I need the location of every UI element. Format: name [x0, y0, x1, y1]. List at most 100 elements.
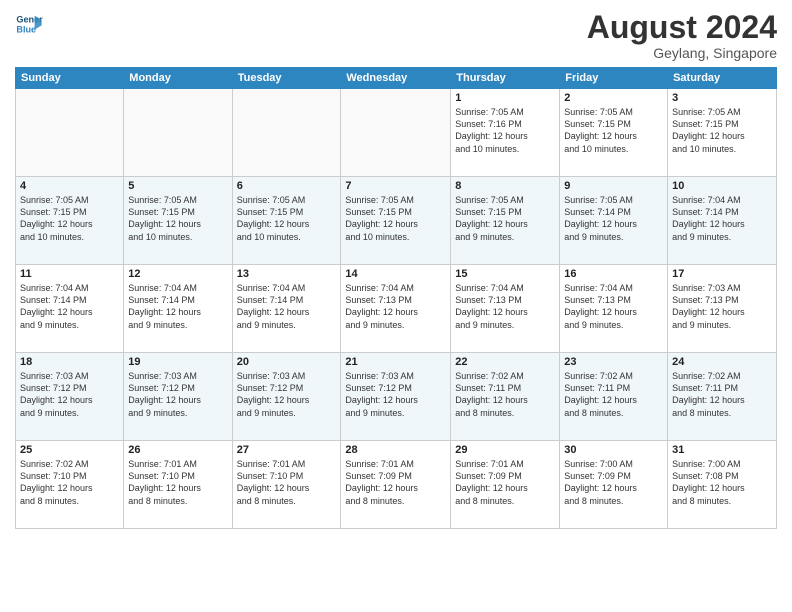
week-row-2: 4 Sunrise: 7:05 AM Sunset: 7:15 PM Daylig… [16, 177, 777, 265]
day-cell: 13 Sunrise: 7:04 AM Sunset: 7:14 PM Dayli… [232, 265, 341, 353]
week-row-1: 1Sunrise: 7:05 AM Sunset: 7:16 PM Daylig… [16, 89, 777, 177]
month-title: August 2024 [587, 10, 777, 45]
col-wednesday: Wednesday [341, 68, 451, 89]
day-cell: 18 Sunrise: 7:03 AM Sunset: 7:12 PM Dayli… [16, 353, 124, 441]
day-number: 18 [20, 356, 119, 368]
day-cell: 21Sunrise: 7:03 AM Sunset: 7:12 PM Dayli… [341, 353, 451, 441]
day-number: 14 [345, 268, 446, 280]
day-number: 23 [564, 356, 663, 368]
day-info: Sunrise: 7:01 AM Sunset: 7:10 PM Dayligh… [128, 458, 227, 507]
day-info: Sunrise: 7:03 AM Sunset: 7:12 PM Dayligh… [20, 370, 119, 419]
header-row: Sunday Monday Tuesday Wednesday Thursday… [16, 68, 777, 89]
day-cell: 19 Sunrise: 7:03 AM Sunset: 7:12 PM Dayli… [124, 353, 232, 441]
day-cell: 22Sunrise: 7:02 AM Sunset: 7:11 PM Dayli… [451, 353, 560, 441]
day-number: 5 [128, 180, 227, 192]
logo-icon: General Blue [15, 10, 43, 38]
day-cell: 11 Sunrise: 7:04 AM Sunset: 7:14 PM Dayli… [16, 265, 124, 353]
day-cell: 12 Sunrise: 7:04 AM Sunset: 7:14 PM Dayli… [124, 265, 232, 353]
day-info: Sunrise: 7:03 AM Sunset: 7:12 PM Dayligh… [237, 370, 337, 419]
col-monday: Monday [124, 68, 232, 89]
day-number: 13 [237, 268, 337, 280]
day-info: Sunrise: 7:04 AM Sunset: 7:13 PM Dayligh… [345, 282, 446, 331]
day-cell: 24Sunrise: 7:02 AM Sunset: 7:11 PM Dayli… [668, 353, 777, 441]
day-info: Sunrise: 7:03 AM Sunset: 7:12 PM Dayligh… [128, 370, 227, 419]
col-tuesday: Tuesday [232, 68, 341, 89]
day-info: Sunrise: 7:02 AM Sunset: 7:10 PM Dayligh… [20, 458, 119, 507]
day-info: Sunrise: 7:04 AM Sunset: 7:13 PM Dayligh… [564, 282, 663, 331]
day-number: 25 [20, 444, 119, 456]
day-number: 2 [564, 92, 663, 104]
day-number: 31 [672, 444, 772, 456]
logo: General Blue [15, 10, 43, 38]
day-number: 16 [564, 268, 663, 280]
day-cell [341, 89, 451, 177]
day-number: 28 [345, 444, 446, 456]
day-info: Sunrise: 7:01 AM Sunset: 7:10 PM Dayligh… [237, 458, 337, 507]
day-number: 12 [128, 268, 227, 280]
day-info: Sunrise: 7:05 AM Sunset: 7:15 PM Dayligh… [345, 194, 446, 243]
day-info: Sunrise: 7:01 AM Sunset: 7:09 PM Dayligh… [345, 458, 446, 507]
day-number: 19 [128, 356, 227, 368]
day-cell: 14 Sunrise: 7:04 AM Sunset: 7:13 PM Dayli… [341, 265, 451, 353]
day-cell [124, 89, 232, 177]
day-number: 8 [455, 180, 555, 192]
day-cell: 20 Sunrise: 7:03 AM Sunset: 7:12 PM Dayli… [232, 353, 341, 441]
day-number: 26 [128, 444, 227, 456]
day-cell [232, 89, 341, 177]
day-cell: 26 Sunrise: 7:01 AM Sunset: 7:10 PM Dayli… [124, 441, 232, 529]
day-info: Sunrise: 7:05 AM Sunset: 7:15 PM Dayligh… [672, 106, 772, 155]
day-cell: 31 Sunrise: 7:00 AM Sunset: 7:08 PM Dayli… [668, 441, 777, 529]
week-row-3: 11 Sunrise: 7:04 AM Sunset: 7:14 PM Dayli… [16, 265, 777, 353]
day-cell: 30 Sunrise: 7:00 AM Sunset: 7:09 PM Dayli… [560, 441, 668, 529]
day-cell: 1Sunrise: 7:05 AM Sunset: 7:16 PM Daylig… [451, 89, 560, 177]
day-info: Sunrise: 7:04 AM Sunset: 7:14 PM Dayligh… [672, 194, 772, 243]
title-section: August 2024 Geylang, Singapore [587, 10, 777, 61]
day-cell: 4 Sunrise: 7:05 AM Sunset: 7:15 PM Daylig… [16, 177, 124, 265]
day-info: Sunrise: 7:05 AM Sunset: 7:15 PM Dayligh… [20, 194, 119, 243]
svg-text:Blue: Blue [16, 24, 36, 34]
day-cell: 17 Sunrise: 7:03 AM Sunset: 7:13 PM Dayli… [668, 265, 777, 353]
day-info: Sunrise: 7:04 AM Sunset: 7:13 PM Dayligh… [455, 282, 555, 331]
day-info: Sunrise: 7:04 AM Sunset: 7:14 PM Dayligh… [128, 282, 227, 331]
subtitle: Geylang, Singapore [587, 45, 777, 61]
day-number: 30 [564, 444, 663, 456]
day-cell: 28 Sunrise: 7:01 AM Sunset: 7:09 PM Dayli… [341, 441, 451, 529]
day-info: Sunrise: 7:01 AM Sunset: 7:09 PM Dayligh… [455, 458, 555, 507]
day-number: 22 [455, 356, 555, 368]
col-friday: Friday [560, 68, 668, 89]
day-number: 3 [672, 92, 772, 104]
day-info: Sunrise: 7:00 AM Sunset: 7:08 PM Dayligh… [672, 458, 772, 507]
day-info: Sunrise: 7:02 AM Sunset: 7:11 PM Dayligh… [564, 370, 663, 419]
day-info: Sunrise: 7:05 AM Sunset: 7:15 PM Dayligh… [237, 194, 337, 243]
col-saturday: Saturday [668, 68, 777, 89]
day-info: Sunrise: 7:05 AM Sunset: 7:14 PM Dayligh… [564, 194, 663, 243]
day-cell: 3 Sunrise: 7:05 AM Sunset: 7:15 PM Daylig… [668, 89, 777, 177]
day-info: Sunrise: 7:03 AM Sunset: 7:13 PM Dayligh… [672, 282, 772, 331]
day-cell: 23 Sunrise: 7:02 AM Sunset: 7:11 PM Dayli… [560, 353, 668, 441]
day-number: 24 [672, 356, 772, 368]
day-info: Sunrise: 7:05 AM Sunset: 7:15 PM Dayligh… [455, 194, 555, 243]
day-number: 29 [455, 444, 555, 456]
day-number: 20 [237, 356, 337, 368]
day-cell: 15 Sunrise: 7:04 AM Sunset: 7:13 PM Dayli… [451, 265, 560, 353]
col-sunday: Sunday [16, 68, 124, 89]
day-cell: 27Sunrise: 7:01 AM Sunset: 7:10 PM Dayli… [232, 441, 341, 529]
day-number: 4 [20, 180, 119, 192]
day-cell: 16 Sunrise: 7:04 AM Sunset: 7:13 PM Dayli… [560, 265, 668, 353]
day-cell: 5Sunrise: 7:05 AM Sunset: 7:15 PM Daylig… [124, 177, 232, 265]
day-info: Sunrise: 7:05 AM Sunset: 7:15 PM Dayligh… [564, 106, 663, 155]
day-cell: 2 Sunrise: 7:05 AM Sunset: 7:15 PM Daylig… [560, 89, 668, 177]
week-row-4: 18 Sunrise: 7:03 AM Sunset: 7:12 PM Dayli… [16, 353, 777, 441]
day-cell: 7Sunrise: 7:05 AM Sunset: 7:15 PM Daylig… [341, 177, 451, 265]
day-info: Sunrise: 7:00 AM Sunset: 7:09 PM Dayligh… [564, 458, 663, 507]
day-number: 1 [455, 92, 555, 104]
day-number: 11 [20, 268, 119, 280]
day-number: 15 [455, 268, 555, 280]
day-info: Sunrise: 7:04 AM Sunset: 7:14 PM Dayligh… [20, 282, 119, 331]
page: General Blue August 2024 Geylang, Singap… [0, 0, 792, 612]
day-cell: 10Sunrise: 7:04 AM Sunset: 7:14 PM Dayli… [668, 177, 777, 265]
day-info: Sunrise: 7:04 AM Sunset: 7:14 PM Dayligh… [237, 282, 337, 331]
header: General Blue August 2024 Geylang, Singap… [15, 10, 777, 61]
day-cell: 6Sunrise: 7:05 AM Sunset: 7:15 PM Daylig… [232, 177, 341, 265]
day-number: 17 [672, 268, 772, 280]
